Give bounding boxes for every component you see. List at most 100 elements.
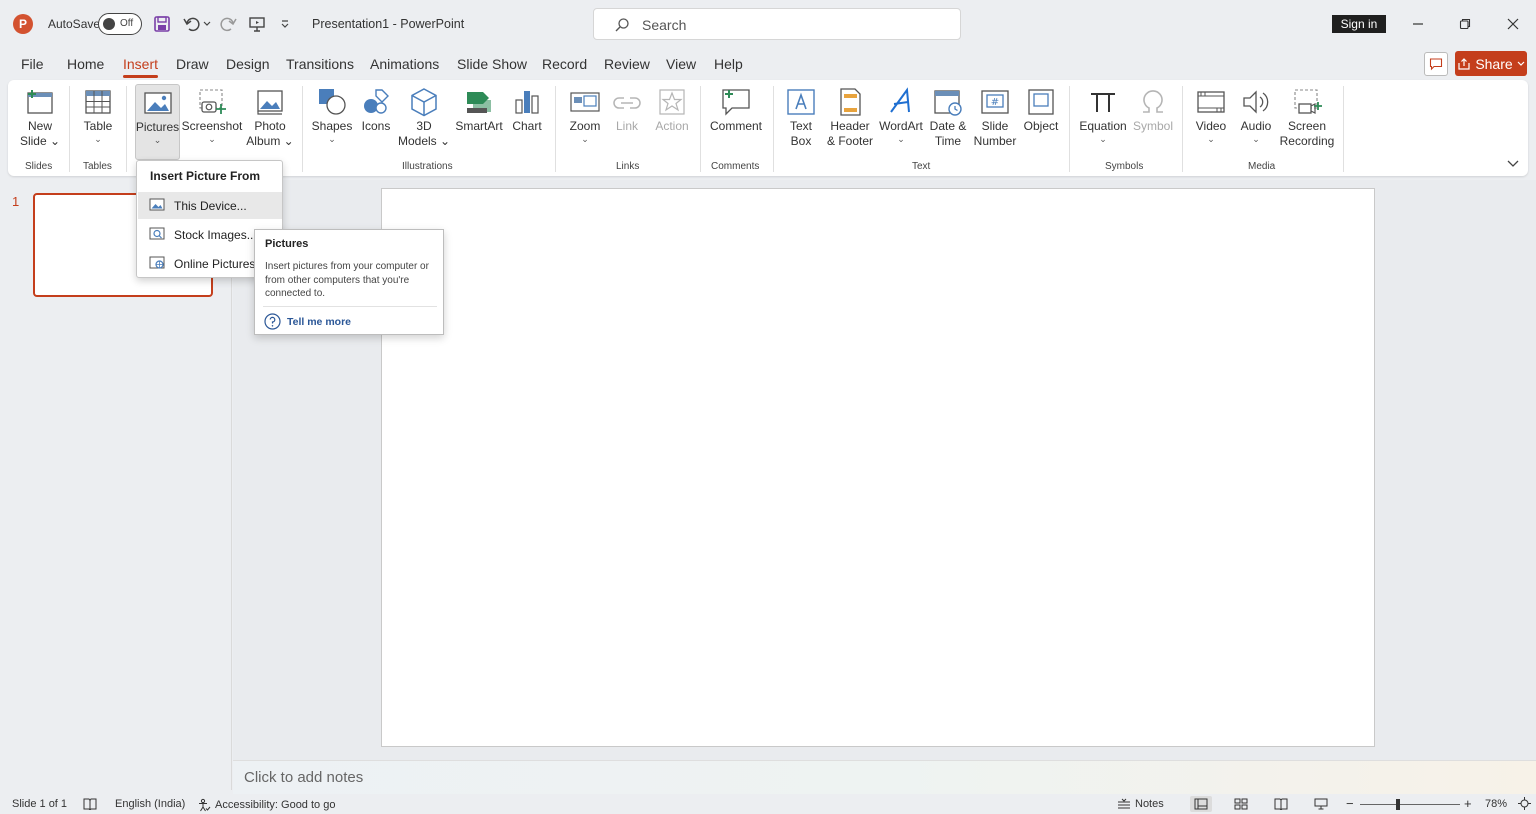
accessibility-icon bbox=[199, 798, 211, 812]
close-button[interactable] bbox=[1501, 12, 1525, 36]
ribbon-expand-button[interactable] bbox=[1506, 156, 1520, 170]
share-button[interactable]: Share bbox=[1455, 51, 1527, 76]
normal-view-button[interactable] bbox=[1190, 796, 1212, 812]
zoom-button[interactable]: Zoom ⌄ bbox=[565, 84, 605, 160]
smartart-button[interactable]: SmartArt bbox=[454, 84, 504, 160]
accessibility-status[interactable]: Accessibility: Good to go bbox=[197, 798, 335, 812]
header-footer-button[interactable]: Header & Footer bbox=[822, 84, 878, 160]
separator bbox=[1343, 86, 1344, 172]
zoom-out-button[interactable]: − bbox=[1346, 796, 1354, 811]
screenshot-button[interactable]: Screenshot ⌄ bbox=[181, 84, 243, 160]
stock-images-icon bbox=[149, 227, 165, 240]
comment-insert-button[interactable]: Comment bbox=[708, 84, 764, 160]
slide-count: Slide 1 of 1 bbox=[12, 798, 68, 810]
this-device-label: This Device... bbox=[174, 199, 247, 213]
zoom-level[interactable]: 78% bbox=[1485, 798, 1507, 810]
tab-record[interactable]: Record bbox=[542, 56, 587, 72]
accessibility-label: Accessibility: Good to go bbox=[215, 799, 336, 811]
tab-animations[interactable]: Animations bbox=[370, 56, 439, 72]
audio-label: Audio bbox=[1240, 119, 1272, 133]
online-pictures-icon bbox=[149, 256, 165, 269]
chart-button[interactable]: Chart bbox=[508, 84, 546, 160]
slide-canvas[interactable] bbox=[381, 188, 1375, 747]
undo-dropdown[interactable] bbox=[200, 13, 214, 35]
toggle-knob bbox=[103, 18, 115, 30]
pictures-button[interactable]: Pictures ⌄ bbox=[135, 84, 180, 160]
object-icon bbox=[1028, 89, 1054, 115]
tab-slide-show[interactable]: Slide Show bbox=[457, 56, 527, 72]
shapes-button[interactable]: Shapes ⌄ bbox=[310, 84, 354, 160]
slide-sorter-icon bbox=[1234, 798, 1248, 810]
slide-number-label-2: Number bbox=[973, 134, 1017, 148]
photo-album-button[interactable]: Photo Album ⌄ bbox=[245, 84, 295, 160]
tab-design[interactable]: Design bbox=[226, 56, 270, 72]
search-input[interactable] bbox=[642, 15, 942, 35]
zoom-slider-thumb[interactable] bbox=[1396, 799, 1400, 810]
video-button[interactable]: Video ⌄ bbox=[1191, 84, 1231, 160]
restore-button[interactable] bbox=[1453, 12, 1477, 36]
audio-button[interactable]: Audio ⌄ bbox=[1236, 84, 1276, 160]
icons-button[interactable]: Icons bbox=[356, 84, 396, 160]
3d-models-button[interactable]: 3D Models ⌄ bbox=[398, 84, 450, 160]
shapes-icon bbox=[319, 89, 346, 115]
new-slide-button[interactable]: New Slide ⌄ bbox=[18, 84, 62, 160]
reading-view-button[interactable] bbox=[1270, 796, 1292, 812]
tab-view[interactable]: View bbox=[666, 56, 696, 72]
slide-show-view-button[interactable] bbox=[1310, 796, 1332, 812]
present-button[interactable] bbox=[246, 13, 268, 35]
screen-recording-button[interactable]: Screen Recording bbox=[1278, 84, 1336, 160]
tab-help[interactable]: Help bbox=[714, 56, 743, 72]
wordart-icon bbox=[890, 87, 910, 113]
autosave-state: Off bbox=[120, 18, 134, 29]
symbol-label: Symbol bbox=[1132, 119, 1173, 133]
separator bbox=[69, 86, 70, 172]
screenshot-label: Screenshot bbox=[181, 119, 243, 133]
this-device-icon bbox=[149, 198, 165, 211]
customize-qat-button[interactable] bbox=[274, 13, 296, 35]
search-box[interactable] bbox=[593, 8, 961, 40]
tab-insert[interactable]: Insert bbox=[123, 56, 159, 78]
icons-label: Icons bbox=[361, 119, 391, 133]
screen-recording-label-2: Recording bbox=[1279, 134, 1335, 148]
tell-me-more-link[interactable]: Tell me more bbox=[287, 316, 351, 328]
screen-recording-icon bbox=[1294, 89, 1322, 114]
notes-pane[interactable]: Click to add notes bbox=[233, 760, 1536, 794]
comments-button[interactable] bbox=[1424, 52, 1448, 76]
header-footer-icon bbox=[840, 88, 861, 116]
restore-icon bbox=[1459, 18, 1471, 30]
table-button[interactable]: Table ⌄ bbox=[77, 84, 119, 160]
tab-home[interactable]: Home bbox=[67, 56, 104, 72]
date-time-button[interactable]: Date & Time bbox=[926, 84, 970, 160]
action-button: Action bbox=[652, 84, 692, 160]
undo-button[interactable] bbox=[180, 13, 202, 35]
this-device-menu-item[interactable]: This Device... bbox=[138, 192, 282, 219]
fit-to-window-button[interactable] bbox=[1518, 797, 1531, 810]
save-button[interactable] bbox=[151, 13, 173, 35]
tab-review[interactable]: Review bbox=[604, 56, 650, 72]
tab-draw[interactable]: Draw bbox=[176, 56, 209, 72]
text-box-label-1: Text bbox=[789, 119, 812, 133]
tooltip-divider bbox=[263, 306, 437, 307]
zoom-slider-track[interactable] bbox=[1360, 804, 1460, 805]
separator bbox=[1182, 86, 1183, 172]
slide-sorter-view-button[interactable] bbox=[1230, 796, 1252, 812]
equation-button[interactable]: Equation ⌄ bbox=[1076, 84, 1130, 160]
separator bbox=[126, 86, 127, 172]
pictures-tooltip: Pictures Insert pictures from your compu… bbox=[254, 229, 444, 335]
tab-file[interactable]: File bbox=[21, 56, 44, 72]
notes-toggle-button[interactable]: Notes bbox=[1117, 798, 1164, 810]
equation-icon bbox=[1091, 93, 1115, 112]
sign-in-button[interactable]: Sign in bbox=[1332, 15, 1386, 33]
zoom-in-button[interactable]: + bbox=[1464, 796, 1472, 811]
redo-button[interactable] bbox=[218, 13, 240, 35]
document-title: Presentation1 - PowerPoint bbox=[312, 17, 465, 31]
minimize-button[interactable] bbox=[1406, 12, 1430, 36]
tab-transitions[interactable]: Transitions bbox=[286, 56, 354, 72]
text-box-button[interactable]: Text Box bbox=[782, 84, 820, 160]
object-button[interactable]: Object bbox=[1021, 84, 1061, 160]
slide-number-button[interactable]: # Slide Number bbox=[971, 84, 1019, 160]
spell-check-button[interactable] bbox=[83, 798, 97, 810]
autosave-toggle[interactable]: Off bbox=[98, 13, 142, 35]
language-indicator[interactable]: English (India) bbox=[115, 798, 185, 810]
wordart-button[interactable]: WordArt ⌄ bbox=[878, 84, 924, 160]
